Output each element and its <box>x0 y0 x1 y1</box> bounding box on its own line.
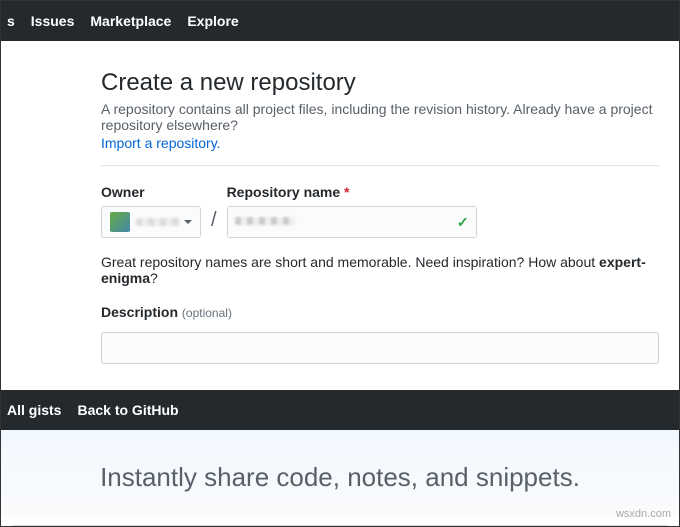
nav-item-marketplace[interactable]: Marketplace <box>90 13 171 29</box>
description-label: Description (optional) <box>101 304 659 320</box>
slash-separator: / <box>211 209 217 232</box>
description-input[interactable] <box>101 332 659 364</box>
gist-nav: All gists Back to GitHub <box>1 390 679 430</box>
owner-label: Owner <box>101 184 201 200</box>
check-icon: ✓ <box>457 214 469 231</box>
nav-item-issues[interactable]: Issues <box>31 13 75 29</box>
divider <box>101 165 659 166</box>
repo-name-group: Repository name * ✓ <box>227 184 477 238</box>
page-subtitle: A repository contains all project files,… <box>101 101 659 133</box>
name-hint: Great repository names are short and mem… <box>101 254 659 286</box>
import-repo-link[interactable]: Import a repository. <box>101 135 659 151</box>
nav-item-all-gists[interactable]: All gists <box>7 402 61 418</box>
nav-item-s[interactable]: s <box>7 13 15 29</box>
gist-hero-title: Instantly share code, notes, and snippet… <box>1 462 679 493</box>
owner-select[interactable] <box>101 206 201 238</box>
description-group: Description (optional) <box>101 304 659 364</box>
page-title: Create a new repository <box>101 69 659 97</box>
repo-name-redacted <box>235 217 295 225</box>
create-repo-form: Create a new repository A repository con… <box>1 41 679 386</box>
owner-name-redacted <box>136 218 180 226</box>
watermark: wsxdn.com <box>616 508 671 520</box>
chevron-down-icon <box>184 220 192 224</box>
top-nav: s Issues Marketplace Explore <box>1 1 679 41</box>
nav-item-explore[interactable]: Explore <box>187 13 238 29</box>
gist-hero: Instantly share code, notes, and snippet… <box>1 430 679 517</box>
avatar <box>110 212 130 232</box>
nav-item-back-to-github[interactable]: Back to GitHub <box>77 402 178 418</box>
owner-name-row: Owner / Repository name * ✓ <box>101 184 659 238</box>
repo-name-label: Repository name * <box>227 184 477 200</box>
owner-group: Owner <box>101 184 201 238</box>
gist-editor: Spaces 2 No wrap 1Just creating a test g… <box>1 517 679 527</box>
